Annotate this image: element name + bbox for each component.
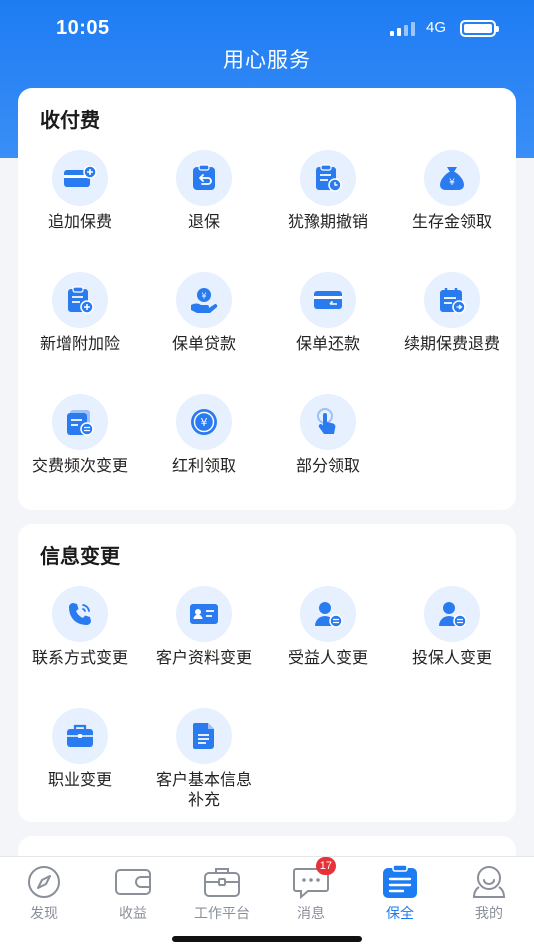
id-card-icon [176,586,232,642]
item-beneficiary-change[interactable]: 受益人变更 [266,586,390,668]
briefcase-icon [52,708,108,764]
item-label: 生存金领取 [411,212,492,231]
tab-discover[interactable]: 发现 [0,865,88,923]
card-info-change: 信息变更 联系方式变更 客户资料变更 受益人变更 投保人变更 职业变更 客户基本… [18,524,516,822]
item-label: 客户资料变更 [155,648,252,667]
phone-icon [52,586,108,642]
briefcase-icon [203,865,241,899]
item-occupation-change[interactable]: 职业变更 [18,708,142,790]
item-label: 退保 [187,212,220,231]
tap-icon [300,394,356,450]
wallet-icon [114,865,152,899]
user-switch-icon [424,586,480,642]
doc-switch-icon [52,394,108,450]
item-label: 投保人变更 [411,648,492,667]
item-customer-info-change[interactable]: 客户资料变更 [142,586,266,668]
item-payment-frequency-change[interactable]: 交费频次变更 [18,394,142,476]
item-partial-withdrawal[interactable]: 部分领取 [266,394,390,476]
tab-preservation[interactable]: 保全 [356,864,444,923]
doc-plus-icon [52,272,108,328]
tab-label: 我的 [475,906,503,922]
item-label: 新增附加险 [39,334,120,353]
coin-icon: ¥ [176,394,232,450]
calendar-icon [424,272,480,328]
tab-label: 保全 [386,906,414,922]
tab-earnings[interactable]: 收益 [89,865,177,923]
doc-clock-icon [300,150,356,206]
item-label: 保单贷款 [171,334,236,353]
unread-badge: 17 [315,857,336,875]
tab-label: 收益 [119,906,147,922]
item-label: 犹豫期撤销 [287,212,368,231]
svg-text:¥: ¥ [201,292,206,301]
tab-label: 消息 [297,906,325,922]
item-dividend-withdrawal[interactable]: ¥ 红利领取 [142,394,266,476]
item-policy-loan[interactable]: ¥ 保单贷款 [142,272,266,354]
item-label: 续期保费退费 [403,334,500,353]
item-contact-change[interactable]: 联系方式变更 [18,586,142,668]
compass-icon [25,865,63,899]
tab-label: 发现 [30,906,58,922]
section-title: 信息变更 [40,544,120,568]
section-title: 收付费 [40,108,100,132]
item-label: 红利领取 [171,456,236,475]
card-return-icon [300,272,356,328]
user-switch-icon [300,586,356,642]
item-label: 联系方式变更 [31,648,128,667]
item-renewal-refund[interactable]: 续期保费退费 [390,272,514,354]
status-bar: 10:05 4G [0,0,534,50]
hand-coin-icon: ¥ [176,272,232,328]
status-time: 10:05 [56,17,110,39]
item-label: 追加保费 [47,212,112,231]
network-label: 4G [426,19,447,36]
item-add-rider[interactable]: 新增附加险 [18,272,142,354]
card-add-icon [52,150,108,206]
battery-icon [460,20,499,37]
item-add-premium[interactable]: 追加保费 [18,150,142,232]
home-indicator [172,936,362,942]
person-icon [470,865,508,899]
item-survival-benefit[interactable]: ¥ 生存金领取 [390,150,514,232]
money-bag-icon: ¥ [424,150,480,206]
signal-icon [390,22,418,36]
item-basic-info-supplement[interactable]: 客户基本信息补充 [142,708,266,810]
item-label: 保单还款 [295,334,360,353]
svg-text:¥: ¥ [449,178,455,188]
tab-messages[interactable]: 17 消息 [267,857,355,923]
item-label: 部分领取 [295,456,360,475]
tab-workbench[interactable]: 工作平台 [178,865,266,923]
item-label: 交费频次变更 [31,456,128,475]
return-icon [176,150,232,206]
svg-text:¥: ¥ [201,416,208,429]
item-label: 受益人变更 [287,648,368,667]
card-payments: 收付费 追加保费 退保 犹豫期撤销 ¥ 生存金领取 新增附加险 ¥ 保单贷款 保… [18,88,516,510]
item-label: 职业变更 [47,770,112,789]
document-icon [176,708,232,764]
tab-profile[interactable]: 我的 [445,865,533,923]
clipboard-icon [381,864,419,899]
page-title: 用心服务 [223,48,311,72]
item-policyholder-change[interactable]: 投保人变更 [390,586,514,668]
item-label: 客户基本信息补充 [155,770,252,809]
chat-icon: 17 [292,857,336,900]
item-loan-repayment[interactable]: 保单还款 [266,272,390,354]
item-surrender[interactable]: 退保 [142,150,266,232]
item-cooling-off-cancel[interactable]: 犹豫期撤销 [266,150,390,232]
tab-label: 工作平台 [194,906,250,922]
